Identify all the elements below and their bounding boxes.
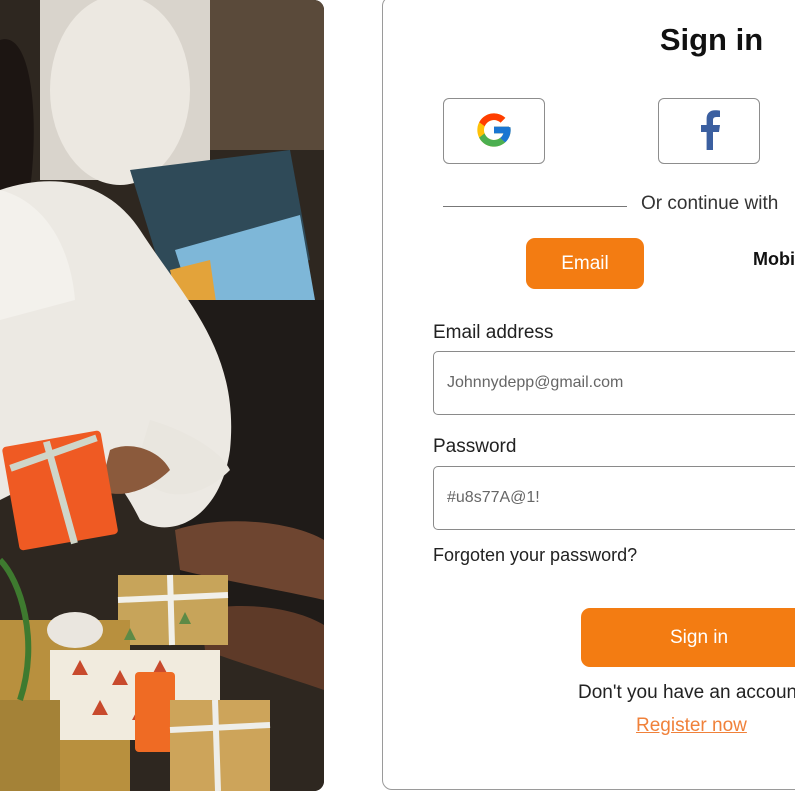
hero-photo [0, 0, 324, 791]
facebook-signin-button[interactable] [658, 98, 760, 164]
forgot-password-link[interactable]: Forgoten your password? [433, 545, 637, 566]
signin-button[interactable]: Sign in [581, 608, 795, 667]
signin-card: Sign in Or continue with Email Mobile Em… [382, 0, 795, 790]
divider-line [443, 206, 627, 207]
divider-text: Or continue with [641, 193, 779, 214]
password-field[interactable] [433, 466, 795, 530]
register-link[interactable]: Register now [636, 715, 747, 737]
email-label: Email address [433, 322, 554, 343]
page-title-wrap: Sign in [609, 22, 795, 58]
google-icon [474, 110, 514, 153]
tab-email[interactable]: Email [526, 238, 644, 289]
no-account-text: Don't you have an account? [578, 682, 795, 703]
page-title: Sign in [659, 22, 764, 57]
facebook-icon [696, 109, 722, 153]
google-signin-button[interactable] [443, 98, 545, 164]
email-field[interactable] [433, 351, 795, 415]
tab-mobile[interactable]: Mobile [753, 249, 795, 270]
password-label: Password [433, 436, 517, 457]
